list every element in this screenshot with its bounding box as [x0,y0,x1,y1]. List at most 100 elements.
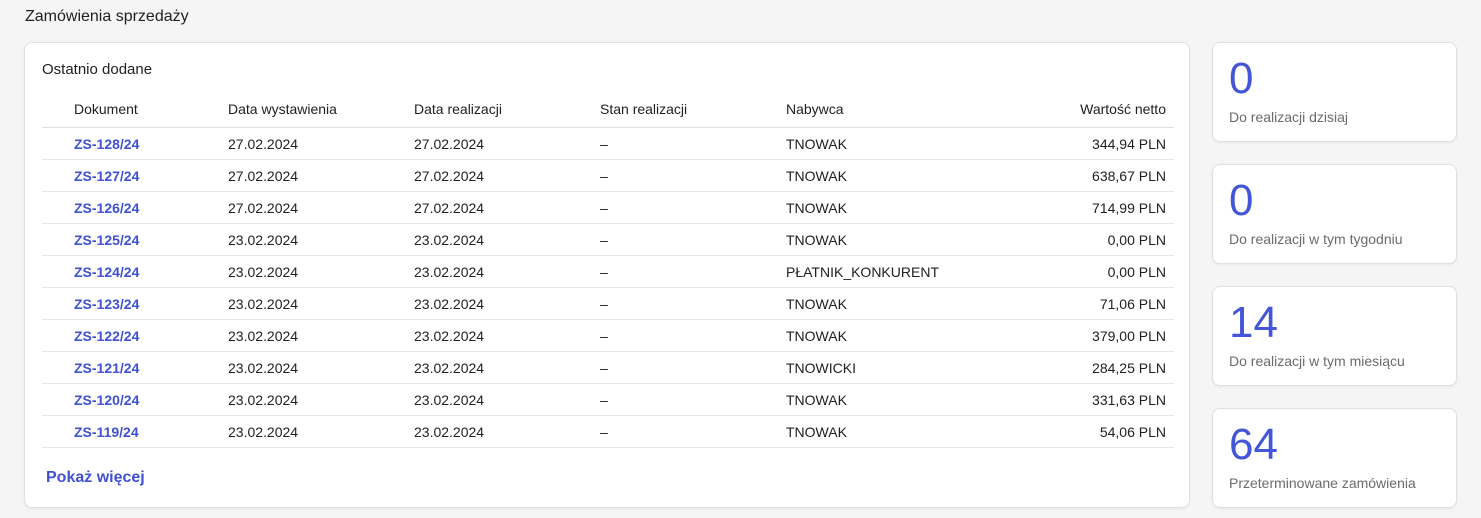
column-header-issue-date[interactable]: Data wystawienia [228,101,414,117]
cell-issue-date: 27.02.2024 [228,199,299,216]
stat-value: 0 [1229,176,1254,225]
cell-document-link: ZS-128/24 [42,136,228,152]
cell-issue-date: 27.02.2024 [228,135,299,152]
cell-buyer: TNOWAK [786,167,847,184]
page-title: Zamówienia sprzedaży [25,8,189,25]
cell-realization-date: 23.02.2024 [414,327,485,344]
column-header-realization-state[interactable]: Stan realizacji [600,101,786,117]
card-title: Ostatnio dodane [42,61,153,78]
cell-issue-date: 23.02.2024 [228,423,299,440]
cell-realization-date: 23.02.2024 [414,359,485,376]
table-row[interactable]: ZS-121/24 23.02.2024 23.02.2024 – TNOWICKI 28… [42,352,1174,384]
cell-buyer: TNOWAK [786,231,847,248]
document-link[interactable]: ZS-126/24 [74,200,139,216]
document-link[interactable]: ZS-121/24 [74,360,139,376]
cell-realization-date: 23.02.2024 [414,263,485,280]
cell-document-link: ZS-122/24 [42,328,228,344]
cell-realization-date: 23.02.2024 [414,295,485,312]
stat-value: 64 [1229,420,1278,469]
show-more-link[interactable]: Pokaż więcej [46,469,145,487]
cell-realization-date: 23.02.2024 [414,391,485,408]
table-row[interactable]: ZS-125/24 23.02.2024 23.02.2024 – TNOWAK 0,00… [42,224,1174,256]
cell-issue-date: 23.02.2024 [228,391,299,408]
cell-net-value: 379,00 PLN [1092,327,1166,344]
cell-net-value: 0,00 PLN [1107,263,1166,280]
cell-realization-state: – [600,167,608,184]
cell-net-value: 54,06 PLN [1099,423,1166,440]
stat-label: Do realizacji w tym miesiącu [1229,353,1405,369]
cell-net-value: 71,06 PLN [1099,295,1166,312]
stat-card-overdue[interactable]: 64 Przeterminowane zamówienia [1212,408,1457,508]
table-row[interactable]: ZS-128/24 27.02.2024 27.02.2024 – TNOWAK 344,… [42,128,1174,160]
stat-card-this-week[interactable]: 0 Do realizacji w tym tygodniu [1212,164,1457,264]
stat-label: Do realizacji w tym tygodniu [1229,231,1403,247]
table-row[interactable]: ZS-120/24 23.02.2024 23.02.2024 – TNOWAK 331,… [42,384,1174,416]
table-row[interactable]: ZS-122/24 23.02.2024 23.02.2024 – TNOWAK 379,… [42,320,1174,352]
cell-issue-date: 23.02.2024 [228,327,299,344]
cell-document-link: ZS-120/24 [42,392,228,408]
cell-issue-date: 23.02.2024 [228,231,299,248]
cell-issue-date: 23.02.2024 [228,263,299,280]
cell-realization-state: – [600,423,608,440]
cell-buyer: TNOWAK [786,135,847,152]
cell-realization-state: – [600,199,608,216]
stat-card-today[interactable]: 0 Do realizacji dzisiaj [1212,42,1457,142]
cell-buyer: TNOWAK [786,295,847,312]
table-row[interactable]: ZS-123/24 23.02.2024 23.02.2024 – TNOWAK 71,0… [42,288,1174,320]
cell-document-link: ZS-119/24 [42,424,228,440]
document-link[interactable]: ZS-123/24 [74,296,139,312]
cell-realization-state: – [600,359,608,376]
cell-net-value: 638,67 PLN [1092,167,1166,184]
column-header-net-value[interactable]: Wartość netto [972,101,1174,117]
column-header-realization-date[interactable]: Data realizacji [414,101,600,117]
document-link[interactable]: ZS-124/24 [74,264,139,280]
cell-realization-date: 23.02.2024 [414,423,485,440]
column-header-document[interactable]: Dokument [42,101,228,117]
document-link[interactable]: ZS-122/24 [74,328,139,344]
cell-issue-date: 23.02.2024 [228,295,299,312]
stat-card-this-month[interactable]: 14 Do realizacji w tym miesiącu [1212,286,1457,386]
cell-document-link: ZS-124/24 [42,264,228,280]
cell-document-link: ZS-126/24 [42,200,228,216]
document-link[interactable]: ZS-127/24 [74,168,139,184]
cell-realization-state: – [600,391,608,408]
document-link[interactable]: ZS-128/24 [74,136,139,152]
stat-label: Do realizacji dzisiaj [1229,109,1349,125]
table-row[interactable]: ZS-127/24 27.02.2024 27.02.2024 – TNOWAK 638,… [42,160,1174,192]
cell-realization-date: 27.02.2024 [414,135,485,152]
table-row[interactable]: ZS-126/24 27.02.2024 27.02.2024 – TNOWAK 714,… [42,192,1174,224]
cell-document-link: ZS-121/24 [42,360,228,376]
cell-buyer: TNOWICKI [786,359,856,376]
document-link[interactable]: ZS-120/24 [74,392,139,408]
cell-issue-date: 27.02.2024 [228,167,299,184]
cell-realization-state: – [600,327,608,344]
cell-issue-date: 23.02.2024 [228,359,299,376]
cell-realization-date: 27.02.2024 [414,167,485,184]
cell-realization-date: 23.02.2024 [414,231,485,248]
orders-table: Dokument Data wystawienia Data realizacj… [42,91,1174,448]
cell-buyer: TNOWAK [786,391,847,408]
cell-buyer: TNOWAK [786,327,847,344]
cell-realization-state: – [600,231,608,248]
document-link[interactable]: ZS-119/24 [74,424,139,440]
cell-buyer: TNOWAK [786,199,847,216]
table-row[interactable]: ZS-119/24 23.02.2024 23.02.2024 – TNOWAK 54,0… [42,416,1174,448]
document-link[interactable]: ZS-125/24 [74,232,139,248]
cell-net-value: 331,63 PLN [1092,391,1166,408]
stat-value: 0 [1229,54,1254,103]
cell-realization-state: – [600,135,608,152]
cell-realization-state: – [600,263,608,280]
cell-net-value: 0,00 PLN [1107,231,1166,248]
table-row[interactable]: ZS-124/24 23.02.2024 23.02.2024 – PŁATNIK_KO… [42,256,1174,288]
stat-label: Przeterminowane zamówienia [1229,475,1416,491]
cell-buyer: TNOWAK [786,423,847,440]
recent-orders-card: Ostatnio dodane Dokument Data wystawieni… [24,42,1190,508]
table-header-row: Dokument Data wystawienia Data realizacj… [42,91,1174,128]
cell-buyer: PŁATNIK_KONKURENT [786,263,939,280]
cell-realization-state: – [600,295,608,312]
cell-realization-date: 27.02.2024 [414,199,485,216]
cell-document-link: ZS-123/24 [42,296,228,312]
cell-net-value: 344,94 PLN [1092,135,1166,152]
column-header-buyer[interactable]: Nabywca [786,101,972,117]
stat-value: 14 [1229,298,1278,347]
